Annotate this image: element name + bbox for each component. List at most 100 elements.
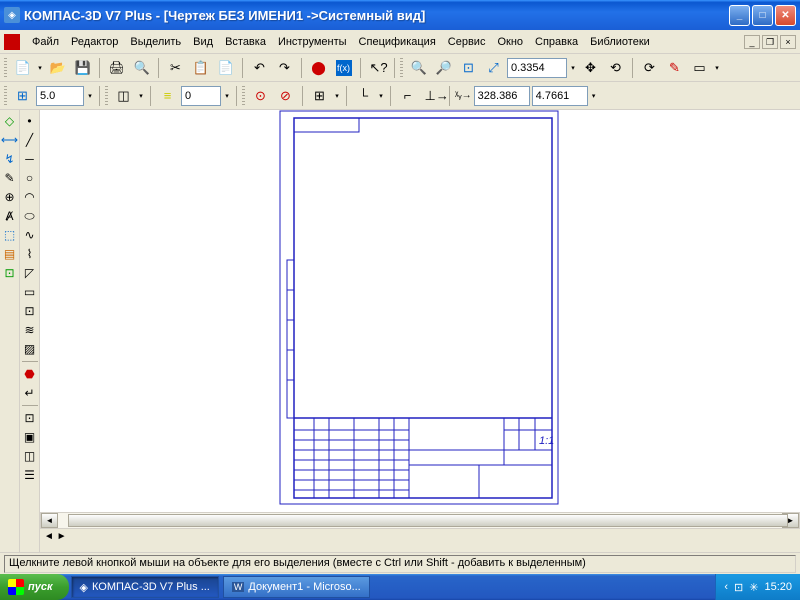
menu-help[interactable]: Справка <box>529 34 584 50</box>
remember-tool[interactable]: ▣ <box>21 428 39 446</box>
mdi-restore[interactable]: ❐ <box>762 35 778 49</box>
redo-button[interactable]: ↷ <box>273 57 296 79</box>
tray-icon-1[interactable]: ⊡ <box>734 581 743 594</box>
new-button[interactable]: 📄 <box>11 57 34 79</box>
dimensions-button[interactable]: ⟷ <box>1 131 19 149</box>
maximize-button[interactable]: □ <box>752 5 773 26</box>
system-tray[interactable]: ‹ ⊡ ✳ 15:20 <box>715 574 800 600</box>
collect-tool[interactable]: ⊡ <box>21 302 39 320</box>
step-button[interactable]: ⊞ <box>11 85 34 107</box>
step-input[interactable] <box>36 86 84 106</box>
create-tool[interactable]: ↵ <box>21 384 39 402</box>
taskbar-kompas[interactable]: ◈ КОМПАС-3D V7 Plus ... <box>71 576 219 598</box>
coord-y[interactable] <box>532 86 588 106</box>
zoom-prev-button[interactable]: ⟲ <box>604 57 627 79</box>
states-button[interactable]: ◫ <box>112 85 135 107</box>
word-icon: W <box>232 582 245 592</box>
copy-button[interactable]: 📋 <box>189 57 212 79</box>
variables-button[interactable]: f(x) <box>332 57 355 79</box>
segment-tool[interactable]: ─ <box>21 150 39 168</box>
select-button[interactable]: ⬚ <box>1 226 19 244</box>
menu-tools[interactable]: Инструменты <box>272 34 353 50</box>
properties-button[interactable]: ⬤ <box>307 57 330 79</box>
open-button[interactable]: 📂 <box>46 57 69 79</box>
aux-line-tool[interactable]: ╱ <box>21 131 39 149</box>
spec-button[interactable]: ▤ <box>1 245 19 263</box>
geometry-panel: • ╱ ─ ○ ◠ ⬭ ∿ ⌇ ◸ ▭ ⊡ ≋ ▨ ⬣ ↵ ⊡ ▣ ◫ ☰ <box>20 110 40 574</box>
hatch-tool[interactable]: ▨ <box>21 340 39 358</box>
symbols-button[interactable]: ↯ <box>1 150 19 168</box>
rebuild-button[interactable]: ✎ <box>663 57 686 79</box>
taskbar-word[interactable]: W Документ1 - Microso... <box>223 576 370 598</box>
pan-button[interactable]: ✥ <box>579 57 602 79</box>
zoom-out-button[interactable]: 🔎 <box>432 57 455 79</box>
taskbar: пуск ◈ КОМПАС-3D V7 Plus ... W Документ1… <box>0 574 800 600</box>
style-tool[interactable]: ☰ <box>21 466 39 484</box>
assoc-button[interactable]: ⊡ <box>1 264 19 282</box>
params-button[interactable]: ⊕ <box>1 188 19 206</box>
edit-button[interactable]: ✎ <box>1 169 19 187</box>
zoom-input[interactable] <box>507 58 567 78</box>
chamfer-tool[interactable]: ◸ <box>21 264 39 282</box>
frame-button[interactable]: ▭ <box>688 57 711 79</box>
coord-x[interactable] <box>474 86 530 106</box>
scroll-left[interactable]: ◄ <box>41 513 58 528</box>
cut-button[interactable]: ✂ <box>164 57 187 79</box>
zoom-window-button[interactable]: ⊡ <box>457 57 480 79</box>
menu-file[interactable]: Файл <box>26 34 65 50</box>
recall-tool[interactable]: ◫ <box>21 447 39 465</box>
grid-button[interactable]: ⊞ <box>308 85 331 107</box>
menu-spec[interactable]: Спецификация <box>353 34 442 50</box>
arc-tool[interactable]: ◠ <box>21 188 39 206</box>
tray-icon-2[interactable]: ✳ <box>749 581 758 594</box>
circle-tool[interactable]: ○ <box>21 169 39 187</box>
ellipse-tool[interactable]: ⬭ <box>21 207 39 225</box>
h-scrollbar[interactable]: ◄ ► <box>40 512 800 529</box>
print-button[interactable]: 🖨 <box>105 57 128 79</box>
windows-logo-icon <box>8 579 24 595</box>
menu-insert[interactable]: Вставка <box>219 34 272 50</box>
geometry-button[interactable]: ◇ <box>1 112 19 130</box>
titlebar: ◈ КОМПАС-3D V7 Plus - [Чертеж БЕЗ ИМЕНИ1… <box>0 0 800 30</box>
rect-tool[interactable]: ▭ <box>21 283 39 301</box>
mdi-close[interactable]: × <box>780 35 796 49</box>
point-tool[interactable]: • <box>21 112 39 130</box>
minimize-button[interactable]: _ <box>729 5 750 26</box>
menu-view[interactable]: Вид <box>187 34 219 50</box>
cursor-button[interactable]: ↖? <box>366 57 389 79</box>
drawing-canvas[interactable]: 1:1 <box>40 110 800 512</box>
snap-off-button[interactable]: ⊘ <box>274 85 297 107</box>
menu-window[interactable]: Окно <box>491 34 529 50</box>
zoom-in-button[interactable]: 🔍 <box>407 57 430 79</box>
measure-button[interactable]: Ⱥ <box>1 207 19 225</box>
stop-tool[interactable]: ⬣ <box>21 365 39 383</box>
paste-button[interactable]: 📄 <box>214 57 237 79</box>
ortho-button[interactable]: └ <box>352 85 375 107</box>
round-button[interactable]: ⌐ <box>396 85 419 107</box>
clock[interactable]: 15:20 <box>764 581 792 593</box>
menubar: Файл Редактор Выделить Вид Вставка Инстр… <box>0 30 800 54</box>
close-button[interactable]: ✕ <box>775 5 796 26</box>
mdi-minimize[interactable]: _ <box>744 35 760 49</box>
menu-service[interactable]: Сервис <box>442 34 492 50</box>
auto-tool[interactable]: ⊡ <box>21 409 39 427</box>
spline-tool[interactable]: ∿ <box>21 226 39 244</box>
local-cs-button[interactable]: ⊥→ <box>421 85 444 107</box>
layer-input[interactable] <box>181 86 221 106</box>
save-button[interactable]: 💾 <box>71 57 94 79</box>
menu-select[interactable]: Выделить <box>124 34 187 50</box>
undo-button[interactable]: ↶ <box>248 57 271 79</box>
scroll-area: ◄ ► ◄ ► <box>40 512 800 552</box>
sheet-nav[interactable]: ◄ ► <box>40 529 800 544</box>
equidist-tool[interactable]: ≋ <box>21 321 39 339</box>
tray-arrow-icon[interactable]: ‹ <box>724 581 728 593</box>
redraw-button[interactable]: ⟳ <box>638 57 661 79</box>
menu-edit[interactable]: Редактор <box>65 34 124 50</box>
start-button[interactable]: пуск <box>0 574 69 600</box>
preview-button[interactable]: 🔍 <box>130 57 153 79</box>
menu-libs[interactable]: Библиотеки <box>584 34 656 50</box>
zoom-fit-button[interactable]: ⤢ <box>482 57 505 79</box>
snap-on-button[interactable]: ⊙ <box>249 85 272 107</box>
layers-button[interactable]: ≡ <box>156 85 179 107</box>
bezier-tool[interactable]: ⌇ <box>21 245 39 263</box>
